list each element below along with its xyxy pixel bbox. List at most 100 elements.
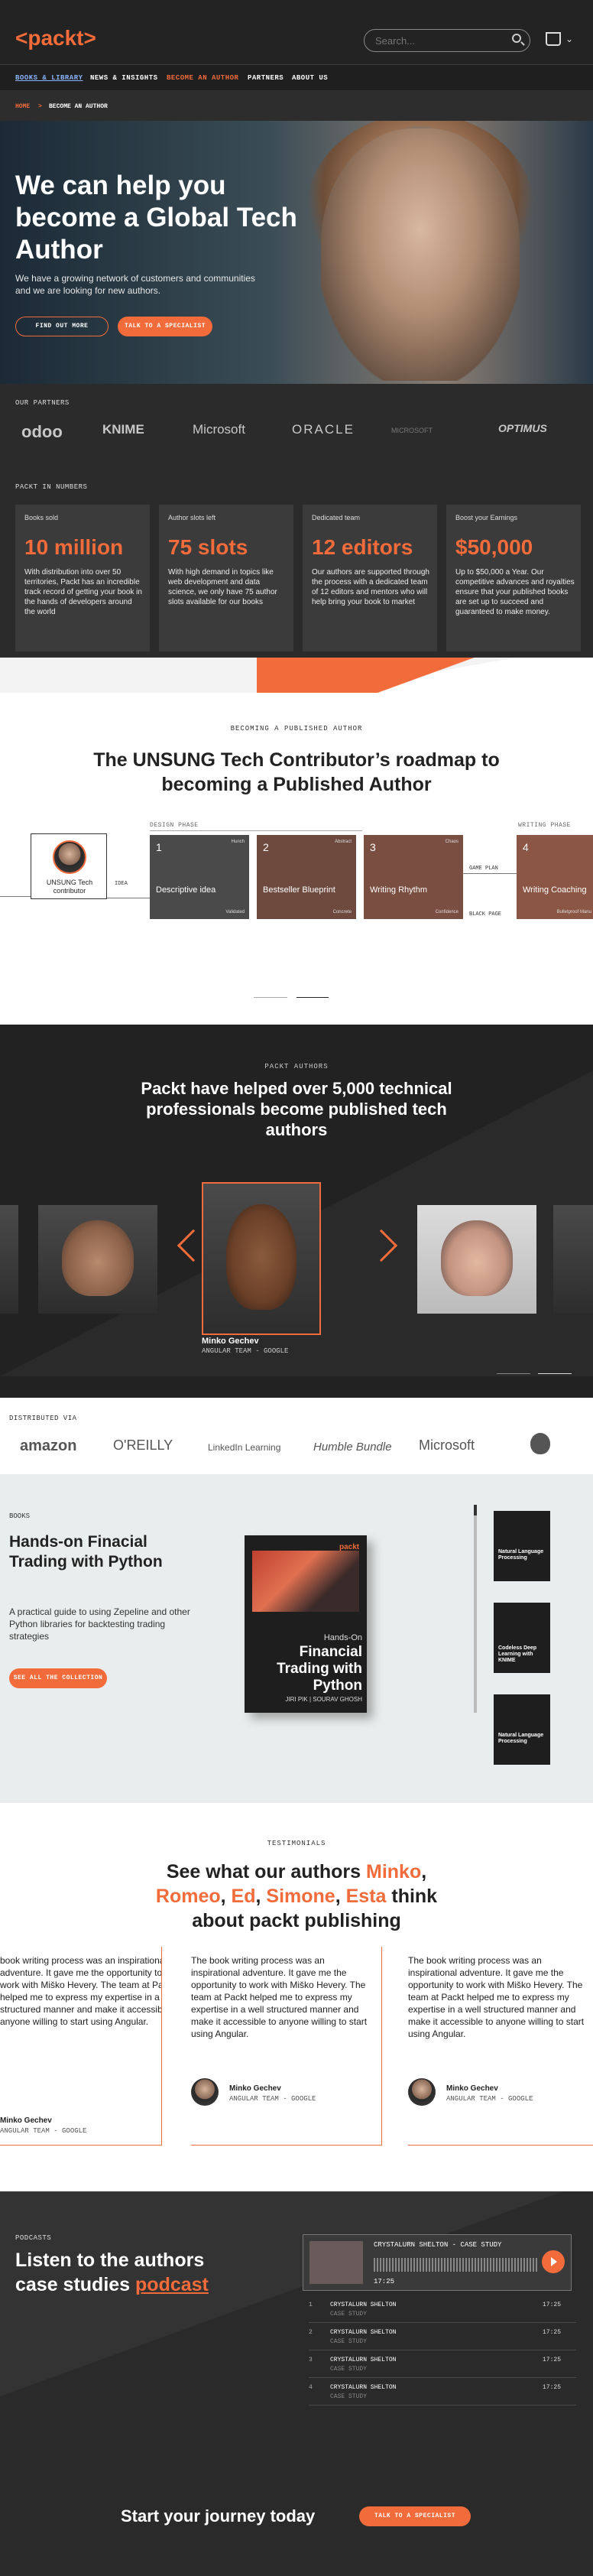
step-tag-bottom: Confidence xyxy=(435,910,459,914)
hero-image xyxy=(321,128,520,381)
stat-desc: Our authors are supported through the pr… xyxy=(312,568,429,606)
distributor-logo-linkedin: LinkedIn Learning xyxy=(208,1442,281,1453)
step-tag-top: Chaos xyxy=(445,840,459,844)
author-photo[interactable] xyxy=(38,1205,157,1314)
audio-waveform[interactable] xyxy=(374,2258,539,2272)
journey-talk-button[interactable]: TALK TO A SPECIALIST xyxy=(359,2506,471,2526)
podcast-link[interactable]: podcast xyxy=(135,2274,209,2295)
breadcrumb-home[interactable]: HOME xyxy=(15,103,30,110)
distributors-label: DISTRIBUTED VIA xyxy=(9,1415,77,1422)
step-title: Descriptive idea xyxy=(156,885,216,895)
book-cover[interactable]: packt Hands-On Financial Trading with Py… xyxy=(245,1535,367,1713)
podcast-episode[interactable]: 2 CRYSTALURN SHELTON CASE STUDY 17:25 xyxy=(309,2326,576,2350)
testimonials-label: TESTIMONIALS xyxy=(267,1840,326,1847)
carousel-prev-icon[interactable] xyxy=(254,997,287,998)
testimonial-card: The book writing process was an inspirat… xyxy=(191,1947,382,2146)
episode-number: 1 xyxy=(309,2302,313,2308)
partners-label: OUR PARTNERS xyxy=(15,399,70,407)
partner-logo-knime: KNIME xyxy=(102,422,144,437)
find-out-more-button[interactable]: FIND OUT MORE xyxy=(15,317,109,336)
author-photo[interactable] xyxy=(417,1205,536,1314)
search-input[interactable] xyxy=(364,29,530,52)
design-phase-label: DESIGN PHASE xyxy=(150,822,199,829)
book-thumb[interactable]: Codeless Deep Learning with KNIME xyxy=(494,1603,550,1673)
play-button[interactable] xyxy=(542,2250,565,2273)
contributor-node: UNSUNG Tech contributor xyxy=(31,833,107,899)
packt-logo[interactable]: <packt> xyxy=(15,26,96,50)
podcast-episode[interactable]: 4 CRYSTALURN SHELTON CASE STUDY 17:25 xyxy=(309,2381,576,2405)
roadmap-step: 2 Abstract Bestseller Blueprint Concrete xyxy=(257,835,356,919)
stat-desc: With high demand in topics like web deve… xyxy=(168,568,277,606)
design-phase-line xyxy=(150,830,362,831)
stat-value: $50,000 xyxy=(455,535,533,559)
book-desc: A practical guide to using Zepeline and … xyxy=(9,1606,190,1642)
testimonial-name: Minko Gechev xyxy=(446,2084,498,2093)
podcast-episode[interactable]: 1 CRYSTALURN SHELTON CASE STUDY 17:25 xyxy=(309,2298,576,2323)
episode-sub: CASE STUDY xyxy=(330,2366,368,2373)
avatar xyxy=(408,2078,436,2106)
cart-dropdown-icon[interactable]: ⌄ xyxy=(565,34,573,44)
stat-label: Books sold xyxy=(24,514,59,521)
episode-duration: 17:25 xyxy=(542,2302,561,2308)
step-tag-top: Hunch xyxy=(231,840,245,844)
step-tag-top: Abstract xyxy=(334,840,352,844)
thumb-title: Natural Language Processing xyxy=(498,1549,544,1561)
partner-logo-oracle: ORACLE xyxy=(292,422,355,437)
author-photo[interactable] xyxy=(0,1205,18,1314)
menu-become-author[interactable]: BECOME AN AUTHOR xyxy=(167,74,238,82)
author-photo[interactable] xyxy=(553,1205,593,1314)
book-thumb[interactable]: Natural Language Processing xyxy=(494,1511,550,1581)
episode-duration: 17:25 xyxy=(542,2329,561,2336)
episode-title: CRYSTALURN SHELTON xyxy=(330,2302,397,2308)
featured-author-photo[interactable] xyxy=(202,1182,321,1335)
search-icon[interactable] xyxy=(512,34,521,43)
partners-section: OUR PARTNERS odoo KNIME Microsoft ORACLE… xyxy=(0,384,593,474)
stat-desc: With distribution into over 50 territori… xyxy=(24,568,142,616)
talk-to-specialist-button[interactable]: TALK TO A SPECIALIST xyxy=(118,317,212,336)
authors-prev-icon[interactable] xyxy=(497,1373,530,1374)
game-plan-label: GAME PLAN xyxy=(469,866,498,872)
step-tag-bottom: Concrete xyxy=(332,910,352,914)
stat-label: Dedicated team xyxy=(312,514,361,521)
cart-icon[interactable] xyxy=(546,32,561,46)
book-scrollbar-thumb[interactable] xyxy=(474,1505,477,1515)
author-link[interactable]: Esta xyxy=(346,1886,387,1907)
menu-about[interactable]: ABOUT US xyxy=(292,74,328,82)
episode-duration: 17:25 xyxy=(542,2357,561,2363)
book-thumb[interactable]: Natural Language Processing xyxy=(494,1694,550,1765)
author-link[interactable]: Minko xyxy=(366,1861,421,1882)
testimonial-role: ANGULAR TEAM - GOOGLE xyxy=(229,2095,316,2103)
menu-books[interactable]: BOOKS & LIBRARY xyxy=(15,74,83,82)
testimonial-quote: The book writing process was an inspirat… xyxy=(408,1955,585,2039)
partner-logo-microsoft-alt: MICROSOFT xyxy=(391,427,433,434)
stat-value: 75 slots xyxy=(168,535,248,559)
authors-next-icon[interactable] xyxy=(538,1373,572,1374)
carousel-next-icon[interactable] xyxy=(296,997,329,998)
roadmap-label: BECOMING A PUBLISHED AUTHOR xyxy=(230,725,363,733)
episode-duration: 17:25 xyxy=(542,2384,561,2391)
see-collection-button[interactable]: SEE ALL THE COLLECTION xyxy=(9,1668,107,1688)
step-title: Writing Rhythm xyxy=(370,885,427,895)
author-link[interactable]: Ed xyxy=(232,1886,256,1907)
book-scrollbar[interactable] xyxy=(474,1505,477,1713)
apple-icon xyxy=(530,1433,550,1454)
testimonial-role: ANGULAR TEAM - GOOGLE xyxy=(0,2127,87,2135)
hero-title: We can help you become a Global Tech Aut… xyxy=(15,171,297,265)
menu-news[interactable]: NEWS & INSIGHTS xyxy=(90,74,158,82)
author-link[interactable]: Romeo xyxy=(156,1886,221,1907)
author-link[interactable]: Simone xyxy=(266,1886,335,1907)
distributor-logo-amazon: amazon xyxy=(20,1437,77,1454)
top-nav: <packt> ⌄ xyxy=(0,0,593,64)
breadcrumb: HOME > BECOME AN AUTHOR xyxy=(0,90,593,121)
step-number: 4 xyxy=(523,841,529,853)
episode-number: 3 xyxy=(309,2357,313,2363)
step-title: Writing Coaching xyxy=(523,885,587,895)
stat-desc: Up to $50,000 a Year. Our competitive ad… xyxy=(455,568,575,616)
roadmap-step: 4 Writing Coaching Bulletproof Manu xyxy=(517,835,593,919)
contributor-label: UNSUNG Tech contributor xyxy=(46,879,93,895)
black-page-label: BLACK PAGE xyxy=(469,911,502,918)
testimonial-card: book writing process was an inspirationa… xyxy=(0,1947,162,2146)
podcast-episode[interactable]: 3 CRYSTALURN SHELTON CASE STUDY 17:25 xyxy=(309,2353,576,2378)
menu-partners[interactable]: PARTNERS xyxy=(248,74,284,82)
flow-line xyxy=(0,896,31,897)
